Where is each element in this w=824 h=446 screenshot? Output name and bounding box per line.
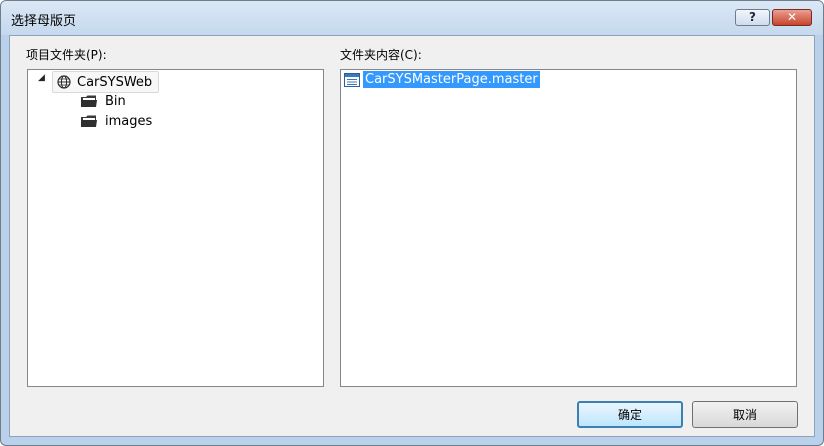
close-button[interactable]: ✕ bbox=[772, 9, 812, 26]
cancel-button[interactable]: 取消 bbox=[692, 401, 798, 428]
globe-icon bbox=[57, 75, 71, 89]
project-folders-tree[interactable]: ◢ CarSYSWeb Bin images bbox=[27, 69, 324, 387]
ok-button[interactable]: 确定 bbox=[577, 401, 683, 428]
dialog-title: 选择母版页 bbox=[11, 14, 77, 29]
folder-contents-label: 文件夹内容(C): bbox=[340, 48, 422, 62]
select-master-page-dialog: 选择母版页 ? ✕ 项目文件夹(P): 文件夹内容(C): ◢ CarSYSWe… bbox=[0, 0, 824, 446]
folder-contents-list[interactable]: CarSYSMasterPage.master bbox=[340, 69, 797, 387]
title-bar[interactable]: 选择母版页 ? ✕ bbox=[1, 1, 823, 35]
help-button[interactable]: ? bbox=[735, 9, 770, 26]
tree-item-label: CarSYSWeb bbox=[77, 74, 153, 90]
file-name: CarSYSMasterPage.master bbox=[363, 71, 540, 88]
folder-icon bbox=[81, 115, 97, 127]
tree-item-images[interactable]: images bbox=[80, 111, 152, 131]
project-folders-label: 项目文件夹(P): bbox=[26, 48, 107, 62]
list-item[interactable]: CarSYSMasterPage.master bbox=[344, 71, 540, 88]
master-page-file-icon bbox=[344, 72, 360, 87]
tree-expanded-icon[interactable]: ◢ bbox=[38, 73, 48, 83]
tree-item-bin[interactable]: Bin bbox=[80, 91, 126, 111]
folder-icon bbox=[81, 95, 97, 107]
tree-item-label: images bbox=[105, 113, 153, 129]
tree-item-carsysweb[interactable]: CarSYSWeb bbox=[52, 71, 160, 93]
tree-item-label: Bin bbox=[105, 93, 126, 109]
dialog-body: 项目文件夹(P): 文件夹内容(C): ◢ CarSYSWeb Bin imag… bbox=[9, 35, 815, 437]
